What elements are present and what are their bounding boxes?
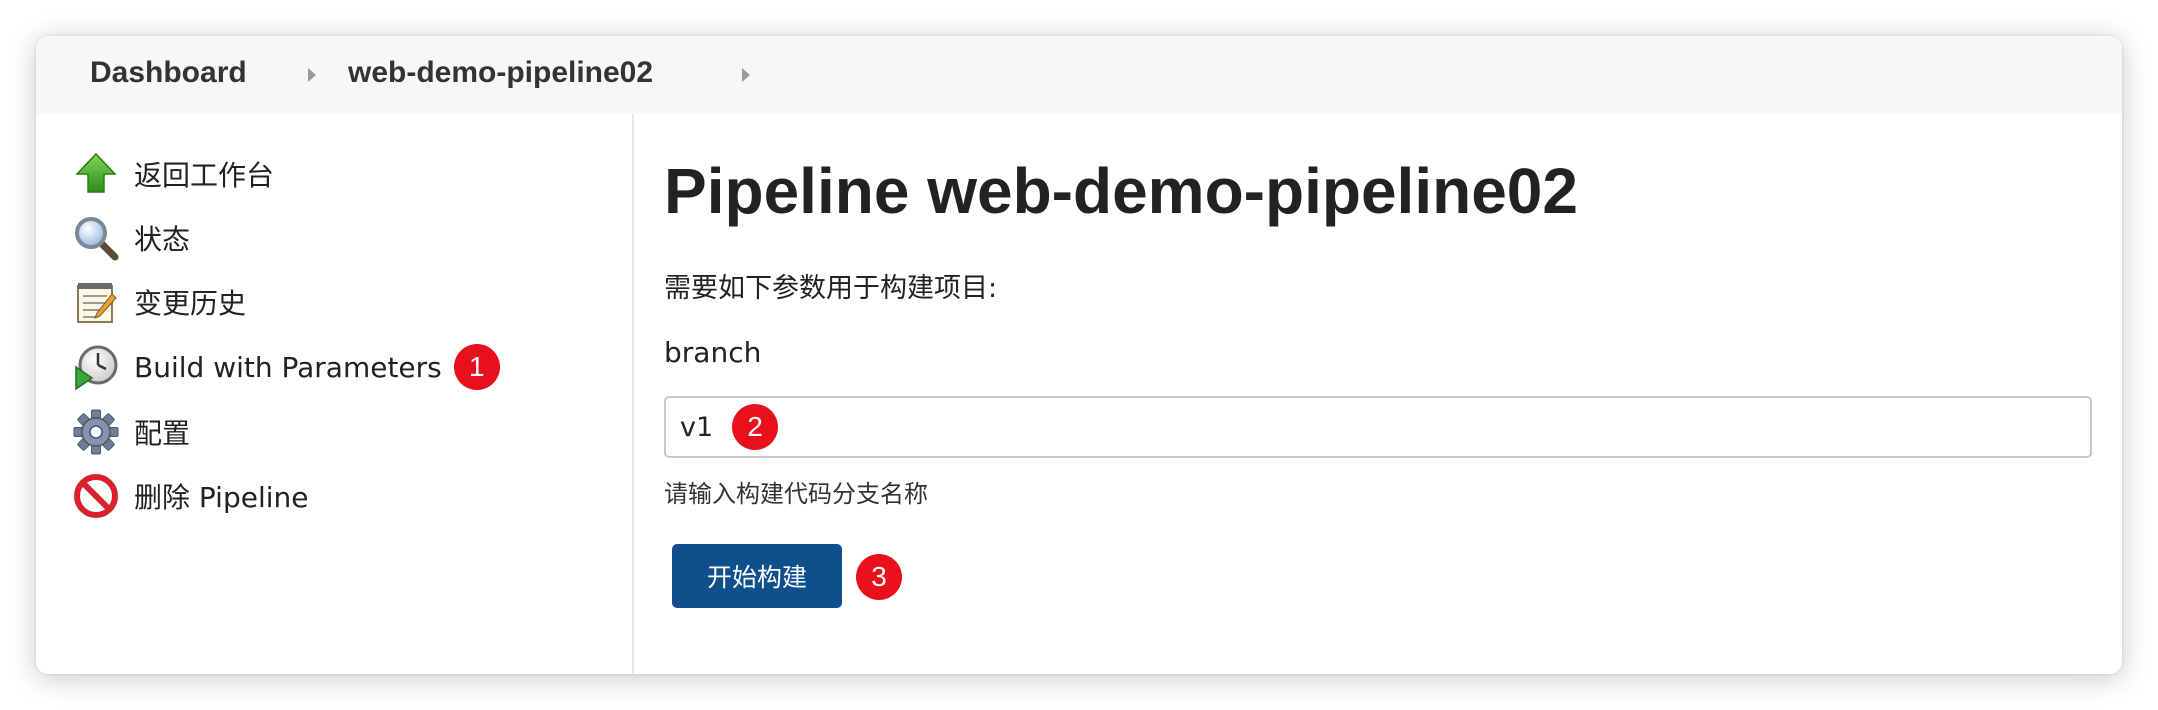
breadcrumb-dashboard[interactable]: Dashboard (90, 56, 247, 90)
breadcrumb-chevron-icon[interactable] (308, 68, 316, 82)
sidebar-item-build-with-parameters[interactable]: Build with Parameters 1 (72, 339, 500, 395)
no-entry-icon (72, 472, 120, 520)
sidebar-item-label: 删除 Pipeline (134, 481, 309, 514)
magnifier-icon (72, 214, 120, 262)
parameter-name: branch (664, 336, 762, 369)
breadcrumb: Dashboard web-demo-pipeline02 (36, 36, 2122, 114)
page-title: Pipeline web-demo-pipeline02 (664, 155, 1578, 227)
branch-input[interactable] (664, 396, 2092, 458)
clock-play-icon (72, 343, 120, 391)
step-callout-badge: 1 (453, 344, 500, 390)
sidebar-item-delete-pipeline[interactable]: 删除 Pipeline (72, 468, 308, 524)
notepad-icon (72, 278, 120, 326)
parameters-intro: 需要如下参数用于构建项目: (664, 273, 998, 304)
step-callout-badge: 2 (732, 404, 778, 450)
parameter-field: 2 (664, 396, 2092, 458)
sidebar-item-label: 配置 (134, 417, 191, 450)
sidebar-item-label: 返回工作台 (134, 159, 275, 192)
start-build-button[interactable]: 开始构建 (672, 544, 842, 608)
up-arrow-icon (72, 150, 120, 198)
sidebar-item-label: 状态 (134, 223, 191, 256)
sidebar-item-status[interactable]: 状态 (72, 210, 190, 266)
parameter-description: 请输入构建代码分支名称 (664, 480, 928, 508)
sidebar-item-changes[interactable]: 变更历史 (72, 274, 246, 330)
breadcrumb-chevron-icon[interactable] (742, 68, 750, 82)
sidebar-item-label: Build with Parameters (134, 350, 442, 384)
gear-icon (72, 408, 120, 456)
sidebar-item-configure[interactable]: 配置 (72, 404, 190, 460)
sidebar-item-back-to-dashboard[interactable]: 返回工作台 (72, 146, 274, 202)
breadcrumb-pipeline[interactable]: web-demo-pipeline02 (348, 56, 653, 90)
sidebar-item-label: 变更历史 (134, 287, 247, 320)
step-callout-badge: 3 (856, 554, 902, 600)
sidebar: 返回工作台 状态 变更历史 Build with Parameters 1 配置… (36, 114, 634, 674)
jenkins-window: Dashboard web-demo-pipeline02 返回工作台 状态 变… (36, 36, 2122, 674)
